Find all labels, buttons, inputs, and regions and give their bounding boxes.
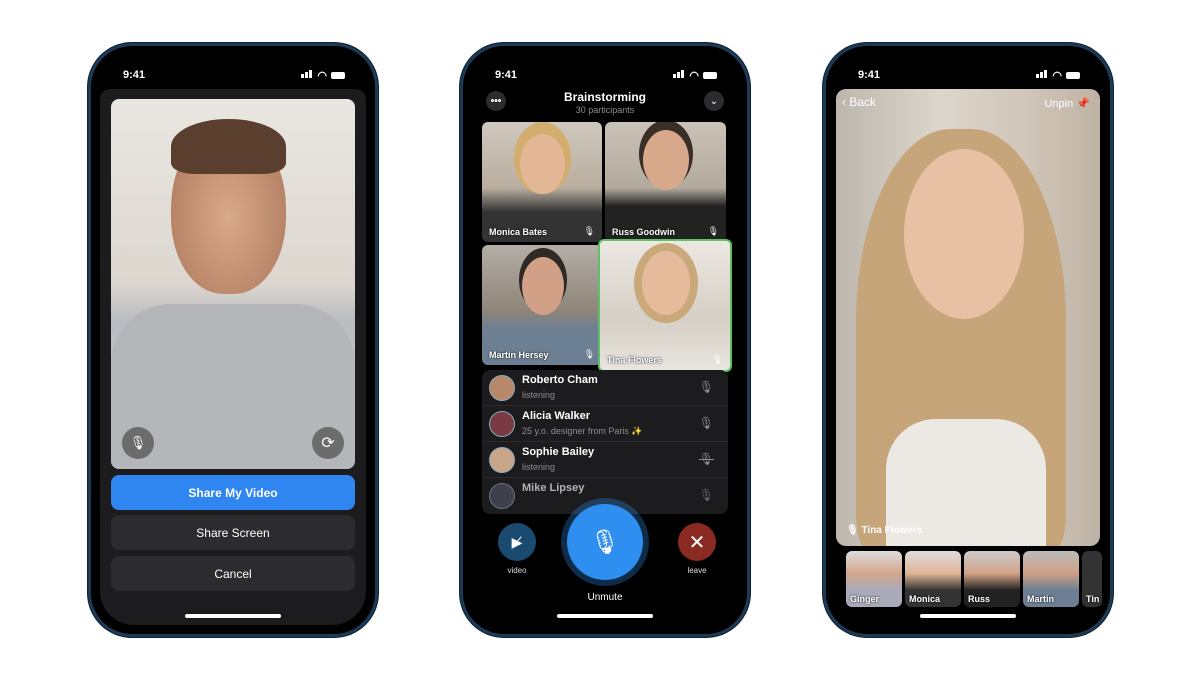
- participant-thumbnail[interactable]: Martin: [1023, 551, 1079, 607]
- avatar: [489, 411, 515, 437]
- home-indicator: [185, 614, 281, 618]
- participant-thumbnail[interactable]: Russ: [964, 551, 1020, 607]
- pinned-video: ‹ Back Unpin 📌 🎙 Tina Flowers: [836, 89, 1100, 546]
- status-time: 9:41: [495, 69, 518, 81]
- status-bar: 9:41 ◠: [495, 68, 717, 82]
- status-time: 9:41: [123, 69, 146, 81]
- tile-name: Russ Goodwin: [612, 227, 675, 237]
- tile-name: Martin Hersey: [489, 350, 549, 360]
- participant-name: Mike Lipsey: [522, 482, 585, 494]
- participant-list: Roberto Cham listening 🎙 Alicia Walker 25 y…: [482, 370, 728, 514]
- list-item[interactable]: Sophie Bailey listening 🎙: [482, 442, 728, 478]
- home-indicator: [557, 614, 653, 618]
- wifi-icon: ◠: [317, 69, 327, 82]
- participant-name: Alicia Walker: [522, 410, 591, 422]
- mic-icon: 🎙: [707, 226, 719, 236]
- status-icons: ◠: [673, 69, 717, 82]
- participant-status: listening: [522, 462, 556, 472]
- participant-thumbnail[interactable]: Monica: [905, 551, 961, 607]
- video-off-icon: ▶̸: [511, 533, 523, 550]
- participant-thumbnail[interactable]: Tin: [1082, 551, 1102, 607]
- person-face: [904, 149, 1024, 319]
- unpin-icon: 📌: [1076, 98, 1090, 110]
- phone-voice-chat: 9:41 ◠ ••• Brainstorming 30 participants …: [460, 43, 750, 637]
- participant-status: 25 y.o. designer from Paris ✨: [522, 426, 643, 436]
- wifi-icon: ◠: [1052, 69, 1062, 82]
- video-button[interactable]: ▶̸: [498, 523, 536, 561]
- mic-icon: 🎙: [711, 354, 723, 364]
- thumbnail-name: Monica: [909, 594, 941, 604]
- mic-icon: 🎙: [698, 380, 714, 394]
- share-screen-button[interactable]: Share Screen: [111, 515, 355, 550]
- participant-count: 30 participants: [575, 105, 635, 115]
- mic-icon: 🎙: [698, 488, 714, 502]
- status-icons: ◠: [301, 69, 345, 82]
- video-tile[interactable]: Martin Hersey 🎙: [482, 245, 602, 365]
- avatar: [489, 447, 515, 473]
- unpin-label: Unpin: [1044, 98, 1074, 110]
- participant-name: Roberto Cham: [522, 374, 598, 386]
- status-bar: 9:41 ◠: [858, 68, 1080, 82]
- unmute-button[interactable]: 🎙: [567, 504, 643, 580]
- leave-button[interactable]: ✕: [678, 523, 716, 561]
- speaker-label: Tina Flowers: [861, 525, 923, 536]
- home-indicator: [920, 614, 1016, 618]
- battery-icon: [703, 71, 717, 79]
- video-tile[interactable]: Monica Bates 🎙: [482, 122, 602, 242]
- status-bar: 9:41 ◠: [123, 68, 345, 82]
- close-icon: ✕: [688, 531, 706, 554]
- mic-icon: 🎙: [583, 349, 595, 359]
- share-sheet: 🎙 ⟳ Share My Video Share Screen Cancel: [100, 89, 366, 625]
- mic-icon: 🎙: [698, 416, 714, 430]
- status-time: 9:41: [858, 69, 881, 81]
- mute-mic-button[interactable]: 🎙: [122, 427, 154, 459]
- list-item[interactable]: Roberto Cham listening 🎙: [482, 370, 728, 406]
- phone-share-video: 9:41 ◠ 🎙 ⟳ Share My Video Share Screen Ca…: [88, 43, 378, 637]
- video-tile[interactable]: Russ Goodwin 🎙: [605, 122, 726, 242]
- person-hair: [171, 119, 286, 174]
- thumbnail-name: Tin: [1086, 594, 1100, 604]
- mic-muted-icon: 🎙: [589, 528, 621, 556]
- unmute-label: Unmute: [587, 592, 623, 603]
- camera-preview: 🎙 ⟳: [111, 99, 355, 469]
- wifi-icon: ◠: [689, 69, 699, 82]
- status-icons: ◠: [1036, 69, 1080, 82]
- back-label: Back: [849, 95, 877, 109]
- video-tile-speaking[interactable]: Tina Flowers 🎙: [598, 239, 732, 372]
- participant-name: Sophie Bailey: [522, 446, 595, 458]
- unpin-button[interactable]: Unpin 📌: [1044, 97, 1090, 110]
- mic-muted-icon: 🎙: [698, 452, 714, 466]
- phone-pinned-video: 9:41 ◠ ‹ Back Unpin 📌 🎙 Tina Flowers Ging…: [823, 43, 1113, 637]
- mic-icon: 🎙: [583, 226, 595, 236]
- participant-thumbnail[interactable]: Ginger: [846, 551, 902, 607]
- thumbnail-name: Russ: [968, 594, 991, 604]
- cancel-button[interactable]: Cancel: [111, 556, 355, 591]
- tile-name: Monica Bates: [489, 227, 548, 237]
- battery-icon: [331, 71, 345, 79]
- thumbnail-name: Martin: [1027, 594, 1054, 604]
- speaker-name: 🎙 Tina Flowers: [846, 525, 922, 536]
- video-label: video: [507, 566, 527, 575]
- avatar: [489, 375, 515, 401]
- avatar: [489, 483, 515, 509]
- leave-label: leave: [687, 566, 707, 575]
- back-button[interactable]: ‹ Back: [842, 95, 876, 109]
- tile-name: Tina Flowers: [607, 355, 662, 365]
- list-item[interactable]: Alicia Walker 25 y.o. designer from Paris…: [482, 406, 728, 442]
- participant-status: listening: [522, 390, 556, 400]
- thumbnail-name: Ginger: [850, 594, 880, 604]
- chevron-down-button[interactable]: ⌄: [704, 91, 724, 111]
- share-my-video-button[interactable]: Share My Video: [111, 475, 355, 510]
- switch-camera-button[interactable]: ⟳: [312, 427, 344, 459]
- mic-icon: 🎙: [846, 525, 862, 536]
- battery-icon: [1066, 71, 1080, 79]
